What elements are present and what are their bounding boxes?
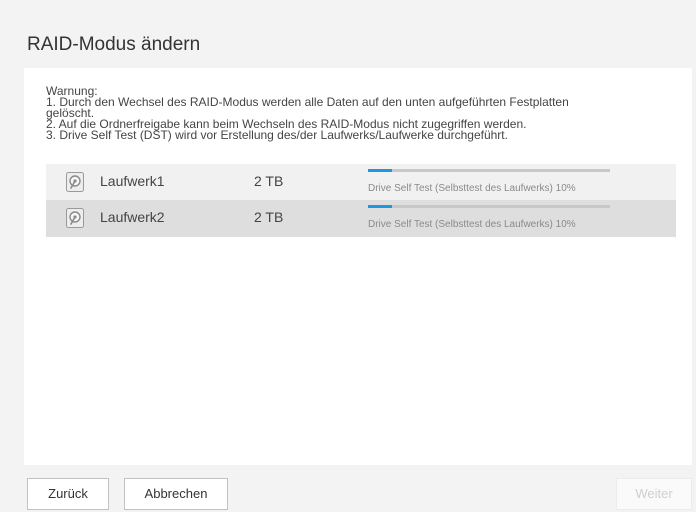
drive-row-laufwerk2: Laufwerk2 2 TB Drive Self Test (Selbstte…	[46, 200, 676, 237]
cancel-button[interactable]: Abbrechen	[124, 478, 228, 510]
dst-status-text: Drive Self Test (Selbsttest des Laufwerk…	[368, 219, 576, 230]
dst-progress-bar	[368, 205, 610, 208]
hard-drive-icon	[66, 208, 84, 228]
hard-drive-icon	[66, 172, 84, 192]
warning-message: Warnung: 1. Durch den Wechsel des RAID-M…	[46, 85, 676, 142]
drive-name: Laufwerk1	[100, 173, 165, 189]
drive-row-laufwerk1: Laufwerk1 2 TB Drive Self Test (Selbstte…	[46, 164, 676, 201]
dst-progress-fill	[368, 205, 393, 208]
drive-size: 2 TB	[254, 173, 284, 189]
warning-line-3: 3. Drive Self Test (DST) wird vor Erstel…	[46, 128, 508, 142]
warning-line-1: 1. Durch den Wechsel des RAID-Modus werd…	[46, 95, 569, 109]
drive-size: 2 TB	[254, 209, 284, 225]
next-button[interactable]: Weiter	[616, 478, 692, 510]
dst-status-text: Drive Self Test (Selbsttest des Laufwerk…	[368, 183, 576, 194]
content-panel: Warnung: 1. Durch den Wechsel des RAID-M…	[24, 68, 692, 465]
dialog-title: RAID-Modus ändern	[27, 34, 201, 55]
back-button[interactable]: Zurück	[27, 478, 109, 510]
dst-progress-bar	[368, 169, 610, 172]
dst-progress-fill	[368, 169, 393, 172]
drive-name: Laufwerk2	[100, 209, 165, 225]
